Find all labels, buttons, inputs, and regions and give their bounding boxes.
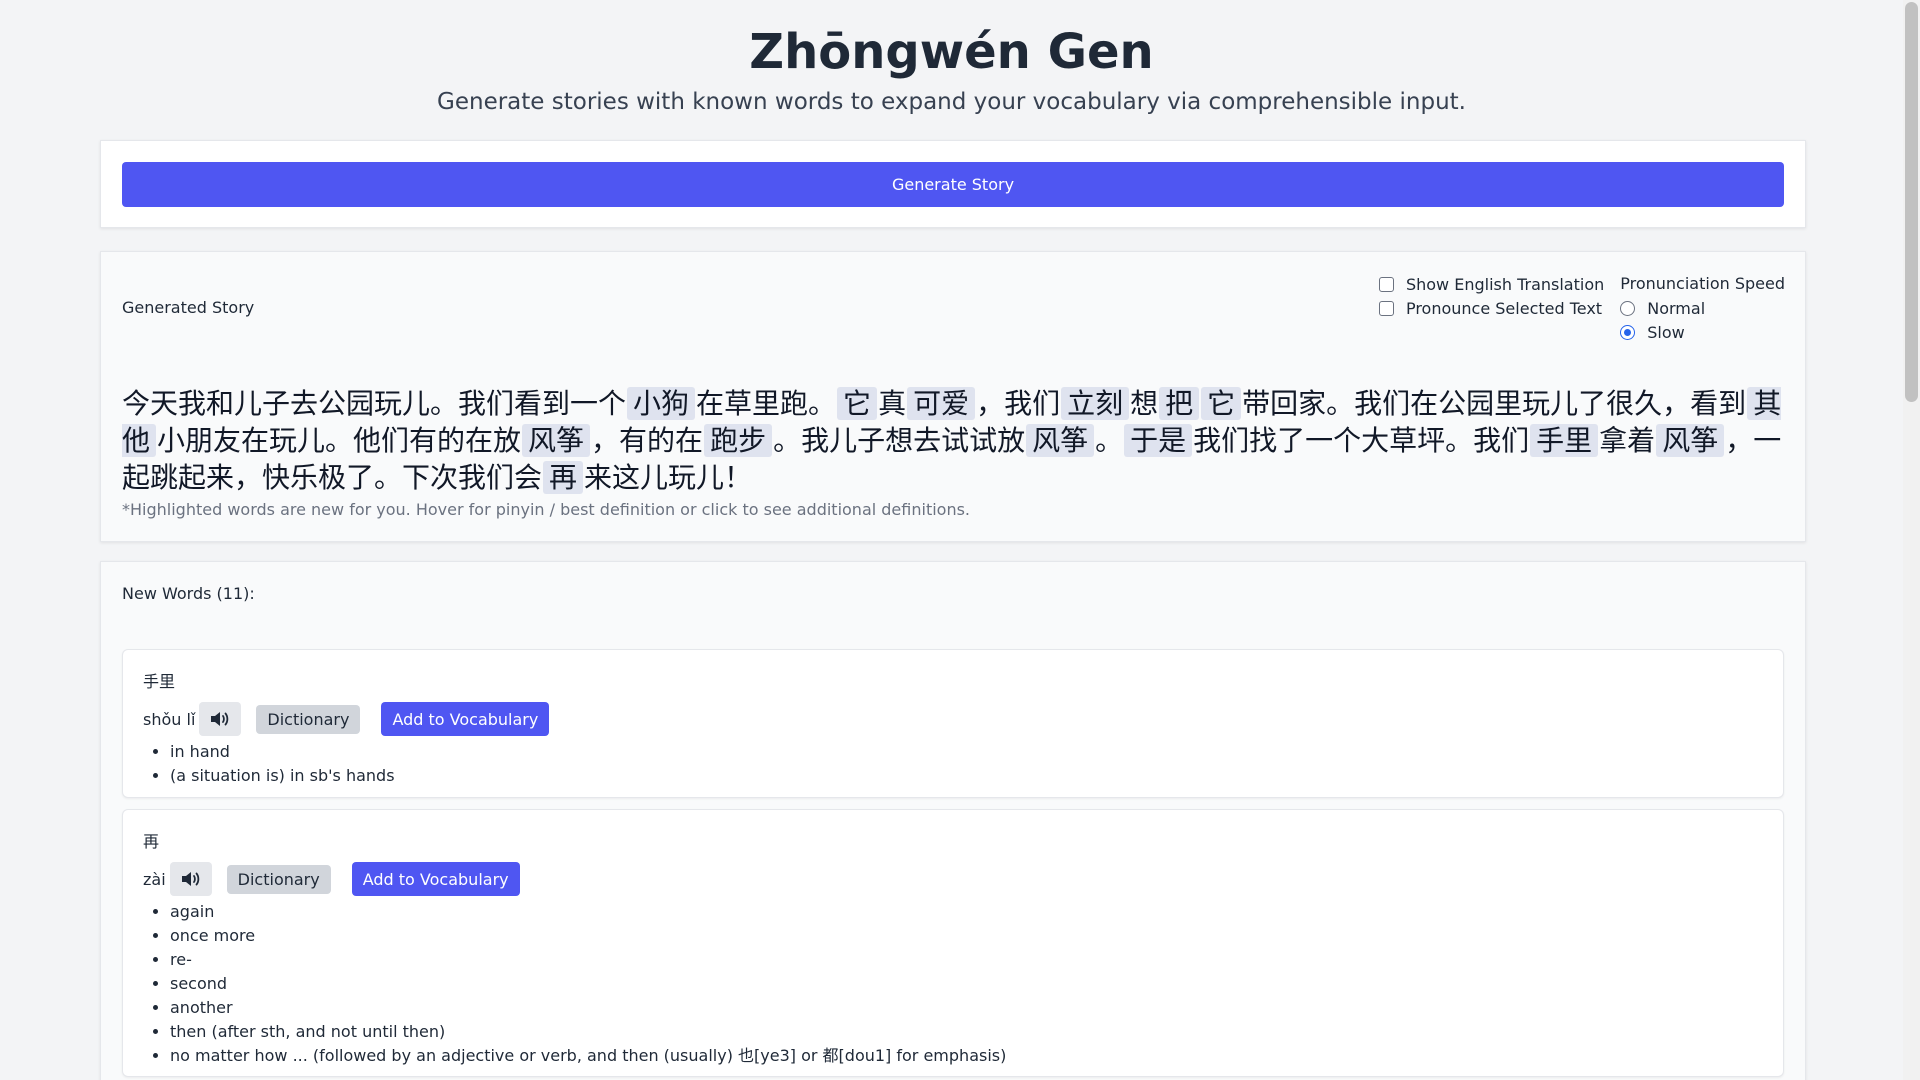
- new-word-highlight[interactable]: 风筝: [1656, 424, 1725, 457]
- new-word-highlight[interactable]: 它: [1201, 387, 1242, 420]
- story-segment: 来这儿玩儿！: [584, 461, 753, 494]
- story-segment: 带回家。我们在公园里玩儿了很久，看到: [1242, 387, 1747, 420]
- definition-item: then (after sth, and not until then): [170, 1020, 1763, 1044]
- page-subtitle: Generate stories with known words to exp…: [437, 89, 1466, 115]
- speed-title: Pronunciation Speed: [1620, 274, 1785, 293]
- new-word-highlight[interactable]: 再: [543, 461, 584, 494]
- pronounce-button[interactable]: [199, 702, 242, 736]
- word-actions: zài Dictionary Add to Vocabulary: [143, 862, 1763, 896]
- story-card: Generated Story Show English Translation…: [100, 251, 1806, 542]
- radio-circle[interactable]: [1620, 300, 1636, 316]
- toggle-options: Show English Translation Pronounce Selec…: [1378, 274, 1605, 342]
- story-segment: 今天我和儿子去公园玩儿。我们看到一个: [122, 387, 627, 420]
- definition-list: in hand (a situation is) in sb's hands: [143, 740, 1763, 788]
- new-word-highlight[interactable]: 风筝: [1026, 424, 1095, 457]
- new-word-highlight[interactable]: 小狗: [627, 387, 696, 420]
- word-hanzi: 再: [143, 832, 160, 851]
- page: Zhōngwén Gen Generate stories with known…: [0, 0, 1903, 1080]
- new-words-label: New Words (11):: [122, 584, 255, 603]
- definition-item: another: [170, 996, 1763, 1020]
- story-text: 今天我和儿子去公园玩儿。我们看到一个 小狗 在草里跑。它真可爱 ，我们 立刻想把它带回家…: [122, 385, 1792, 496]
- definition-item: again: [170, 900, 1763, 924]
- new-word-highlight[interactable]: 把: [1159, 387, 1200, 420]
- speed-normal-radio[interactable]: Normal: [1620, 298, 1785, 318]
- new-words-card: New Words (11): 手里 shǒu lǐ Dictionary Ad…: [100, 561, 1806, 1080]
- story-segment: 我们找了一个大草坪。我们: [1193, 424, 1530, 457]
- story-label: Generated Story: [122, 298, 255, 317]
- new-word-highlight[interactable]: 可爱: [907, 387, 976, 420]
- checkbox-box[interactable]: [1378, 276, 1394, 292]
- pronounce-selected-label: Pronounce Selected Text: [1405, 298, 1603, 318]
- definition-item: once more: [170, 924, 1763, 948]
- speaker-icon: [211, 712, 229, 726]
- story-segment: ，我们: [976, 387, 1061, 420]
- definition-item: no matter how ... (followed by an adject…: [170, 1044, 1763, 1068]
- generate-story-button[interactable]: Generate Story: [122, 162, 1784, 207]
- header: Zhōngwén Gen Generate stories with known…: [0, 0, 1903, 116]
- new-word-highlight[interactable]: 立刻: [1061, 387, 1130, 420]
- radio-circle-selected[interactable]: [1620, 324, 1636, 340]
- story-segment: 。: [1095, 424, 1124, 457]
- word-card: 再 zài Dictionary Add to Vocabulary again…: [122, 809, 1784, 1077]
- speaker-icon: [181, 872, 199, 886]
- word-actions: shǒu lǐ Dictionary Add to Vocabulary: [143, 702, 1763, 736]
- definition-list: again once more re- second another then …: [143, 900, 1763, 1068]
- pronounce-button[interactable]: [169, 862, 212, 896]
- dictionary-button[interactable]: Dictionary: [226, 864, 331, 894]
- story-segment: 拿着: [1599, 424, 1656, 457]
- story-segment: 小朋友在玩儿。他们有的在放: [157, 424, 522, 457]
- new-word-highlight[interactable]: 于是: [1124, 424, 1193, 457]
- speed-normal-label: Normal: [1647, 298, 1706, 318]
- pronounce-selected-checkbox[interactable]: Pronounce Selected Text: [1378, 298, 1604, 318]
- new-word-highlight[interactable]: 跑步: [704, 424, 773, 457]
- word-hanzi: 手里: [143, 672, 176, 691]
- word-pinyin: zài: [143, 869, 166, 889]
- page-title: Zhōngwén Gen: [749, 24, 1154, 80]
- new-word-highlight[interactable]: 它: [837, 387, 878, 420]
- show-translation-label: Show English Translation: [1405, 274, 1605, 294]
- scrollbar-thumb[interactable]: [1905, 2, 1918, 402]
- checkbox-box[interactable]: [1378, 300, 1394, 316]
- definition-item: second: [170, 972, 1763, 996]
- speed-options: Pronunciation Speed Normal Slow: [1620, 274, 1785, 342]
- add-to-vocabulary-button[interactable]: Add to Vocabulary: [351, 862, 520, 896]
- speed-slow-radio[interactable]: Slow: [1620, 322, 1785, 342]
- new-word-highlight[interactable]: 风筝: [522, 424, 591, 457]
- speed-slow-label: Slow: [1647, 322, 1685, 342]
- word-card: 手里 shǒu lǐ Dictionary Add to Vocabulary …: [122, 649, 1784, 798]
- new-word-highlight[interactable]: 手里: [1530, 424, 1599, 457]
- story-segment: ，有的在: [591, 424, 704, 457]
- story-segment: 。我儿子想去试试放: [773, 424, 1026, 457]
- definition-item: re-: [170, 948, 1763, 972]
- dictionary-button[interactable]: Dictionary: [256, 704, 361, 734]
- definition-item: (a situation is) in sb's hands: [170, 764, 1763, 788]
- show-translation-checkbox[interactable]: Show English Translation: [1378, 274, 1605, 294]
- story-note: *Highlighted words are new for you. Hove…: [122, 500, 971, 519]
- add-to-vocabulary-button[interactable]: Add to Vocabulary: [381, 702, 550, 736]
- story-segment: 想: [1130, 387, 1159, 420]
- definition-item: in hand: [170, 740, 1763, 764]
- generate-card: Generate Story: [100, 140, 1806, 228]
- story-segment: 真: [878, 387, 907, 420]
- word-pinyin: shǒu lǐ: [143, 709, 196, 729]
- scrollbar[interactable]: [1903, 0, 1920, 1080]
- story-segment: 在草里跑。: [696, 387, 837, 420]
- story-options: Show English Translation Pronounce Selec…: [1378, 274, 1785, 342]
